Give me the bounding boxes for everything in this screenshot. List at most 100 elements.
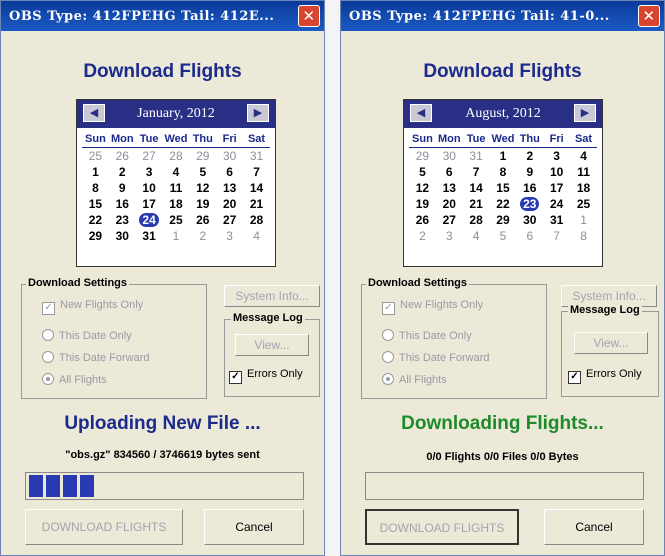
calendar-day[interactable]: 5 <box>490 228 517 244</box>
calendar-day[interactable]: 9 <box>109 180 136 196</box>
calendar-day[interactable]: 18 <box>570 180 597 196</box>
calendar-day[interactable]: 5 <box>409 164 436 180</box>
calendar-day[interactable]: 25 <box>82 148 109 165</box>
calendar-day[interactable]: 31 <box>543 212 570 228</box>
calendar-day[interactable]: 3 <box>436 228 463 244</box>
calendar-day[interactable]: 1 <box>490 148 517 165</box>
calendar-day[interactable]: 7 <box>463 164 490 180</box>
calendar-day[interactable]: 22 <box>82 212 109 228</box>
calendar-day[interactable]: 28 <box>243 212 270 228</box>
calendar-day[interactable]: 28 <box>463 212 490 228</box>
calendar-day[interactable]: 26 <box>189 212 216 228</box>
calendar-day[interactable]: 24 <box>543 196 570 212</box>
calendar-day[interactable]: 21 <box>463 196 490 212</box>
system-info-button[interactable]: System Info... <box>224 285 320 307</box>
calendar-day[interactable]: 3 <box>543 148 570 165</box>
download-flights-button[interactable]: DOWNLOAD FLIGHTS <box>365 509 519 545</box>
calendar-day[interactable]: 29 <box>409 148 436 165</box>
calendar-day[interactable]: 3 <box>136 164 163 180</box>
close-icon[interactable]: ✕ <box>298 5 320 27</box>
calendar-day[interactable]: 6 <box>216 164 243 180</box>
calendar-day[interactable]: 29 <box>189 148 216 165</box>
calendar-day[interactable]: 4 <box>463 228 490 244</box>
close-icon[interactable]: ✕ <box>638 5 660 27</box>
calendar-day[interactable]: 29 <box>82 228 109 244</box>
calendar-day[interactable]: 1 <box>82 164 109 180</box>
calendar-day[interactable]: 27 <box>136 148 163 165</box>
calendar-day[interactable]: 9 <box>516 164 543 180</box>
calendar-day[interactable]: 21 <box>243 196 270 212</box>
next-month-icon[interactable]: ▶ <box>574 104 596 122</box>
calendar-day[interactable]: 1 <box>570 212 597 228</box>
this-date-forward-radio[interactable]: This Date Forward <box>42 351 149 364</box>
calendar-day[interactable]: 14 <box>463 180 490 196</box>
calendar-day[interactable]: 18 <box>163 196 190 212</box>
calendar-day[interactable]: 8 <box>570 228 597 244</box>
all-flights-radio[interactable]: All Flights <box>382 373 447 386</box>
calendar-day[interactable]: 5 <box>189 164 216 180</box>
calendar-day[interactable]: 30 <box>436 148 463 165</box>
calendar-day[interactable]: 4 <box>570 148 597 165</box>
calendar-day-selected[interactable]: 24 <box>136 212 163 228</box>
calendar-day[interactable]: 12 <box>409 180 436 196</box>
calendar-day[interactable]: 4 <box>243 228 270 244</box>
calendar-day[interactable]: 26 <box>109 148 136 165</box>
prev-month-icon[interactable]: ◀ <box>83 104 105 122</box>
calendar-day[interactable]: 27 <box>436 212 463 228</box>
calendar-day[interactable]: 16 <box>516 180 543 196</box>
next-month-icon[interactable]: ▶ <box>247 104 269 122</box>
calendar-day[interactable]: 3 <box>216 228 243 244</box>
calendar-day-selected[interactable]: 23 <box>516 196 543 212</box>
calendar-day[interactable]: 2 <box>516 148 543 165</box>
calendar-day[interactable]: 19 <box>409 196 436 212</box>
new-flights-only-checkbox[interactable]: ✓ New Flights Only <box>382 299 483 315</box>
calendar-day[interactable]: 13 <box>436 180 463 196</box>
calendar-day[interactable]: 12 <box>189 180 216 196</box>
calendar-day[interactable]: 22 <box>490 196 517 212</box>
view-log-button[interactable]: View... <box>574 332 648 354</box>
cancel-button[interactable]: Cancel <box>544 509 644 545</box>
calendar-day[interactable]: 20 <box>436 196 463 212</box>
calendar-day[interactable]: 19 <box>189 196 216 212</box>
calendar-day[interactable]: 31 <box>463 148 490 165</box>
calendar-day[interactable]: 10 <box>543 164 570 180</box>
calendar-day[interactable]: 2 <box>109 164 136 180</box>
calendar-day[interactable]: 2 <box>189 228 216 244</box>
calendar-day[interactable]: 1 <box>163 228 190 244</box>
calendar-day[interactable]: 30 <box>109 228 136 244</box>
calendar-day[interactable]: 29 <box>490 212 517 228</box>
cancel-button[interactable]: Cancel <box>204 509 304 545</box>
errors-only-checkbox[interactable]: ✓ Errors Only <box>229 368 303 384</box>
calendar-day[interactable]: 7 <box>243 164 270 180</box>
calendar-day[interactable]: 11 <box>163 180 190 196</box>
calendar-day[interactable]: 23 <box>109 212 136 228</box>
calendar-day[interactable]: 30 <box>216 148 243 165</box>
calendar-day[interactable]: 6 <box>516 228 543 244</box>
calendar-day[interactable]: 14 <box>243 180 270 196</box>
this-date-only-radio[interactable]: This Date Only <box>42 329 132 342</box>
calendar-day[interactable]: 2 <box>409 228 436 244</box>
errors-only-checkbox[interactable]: ✓ Errors Only <box>568 368 642 384</box>
calendar-day[interactable]: 11 <box>570 164 597 180</box>
calendar-day[interactable]: 15 <box>490 180 517 196</box>
calendar-day[interactable]: 8 <box>82 180 109 196</box>
calendar-day[interactable]: 20 <box>216 196 243 212</box>
download-flights-button[interactable]: DOWNLOAD FLIGHTS <box>25 509 183 545</box>
prev-month-icon[interactable]: ◀ <box>410 104 432 122</box>
calendar-day[interactable]: 8 <box>490 164 517 180</box>
calendar-day[interactable]: 30 <box>516 212 543 228</box>
calendar-day[interactable]: 16 <box>109 196 136 212</box>
this-date-only-radio[interactable]: This Date Only <box>382 329 472 342</box>
calendar-day[interactable]: 28 <box>163 148 190 165</box>
calendar-day[interactable]: 31 <box>243 148 270 165</box>
calendar-day[interactable]: 6 <box>436 164 463 180</box>
calendar-day[interactable]: 27 <box>216 212 243 228</box>
calendar-day[interactable]: 10 <box>136 180 163 196</box>
new-flights-only-checkbox[interactable]: ✓ New Flights Only <box>42 299 143 315</box>
calendar-day[interactable]: 7 <box>543 228 570 244</box>
calendar-day[interactable]: 15 <box>82 196 109 212</box>
all-flights-radio[interactable]: All Flights <box>42 373 107 386</box>
calendar-day[interactable]: 31 <box>136 228 163 244</box>
calendar-day[interactable]: 25 <box>570 196 597 212</box>
this-date-forward-radio[interactable]: This Date Forward <box>382 351 489 364</box>
